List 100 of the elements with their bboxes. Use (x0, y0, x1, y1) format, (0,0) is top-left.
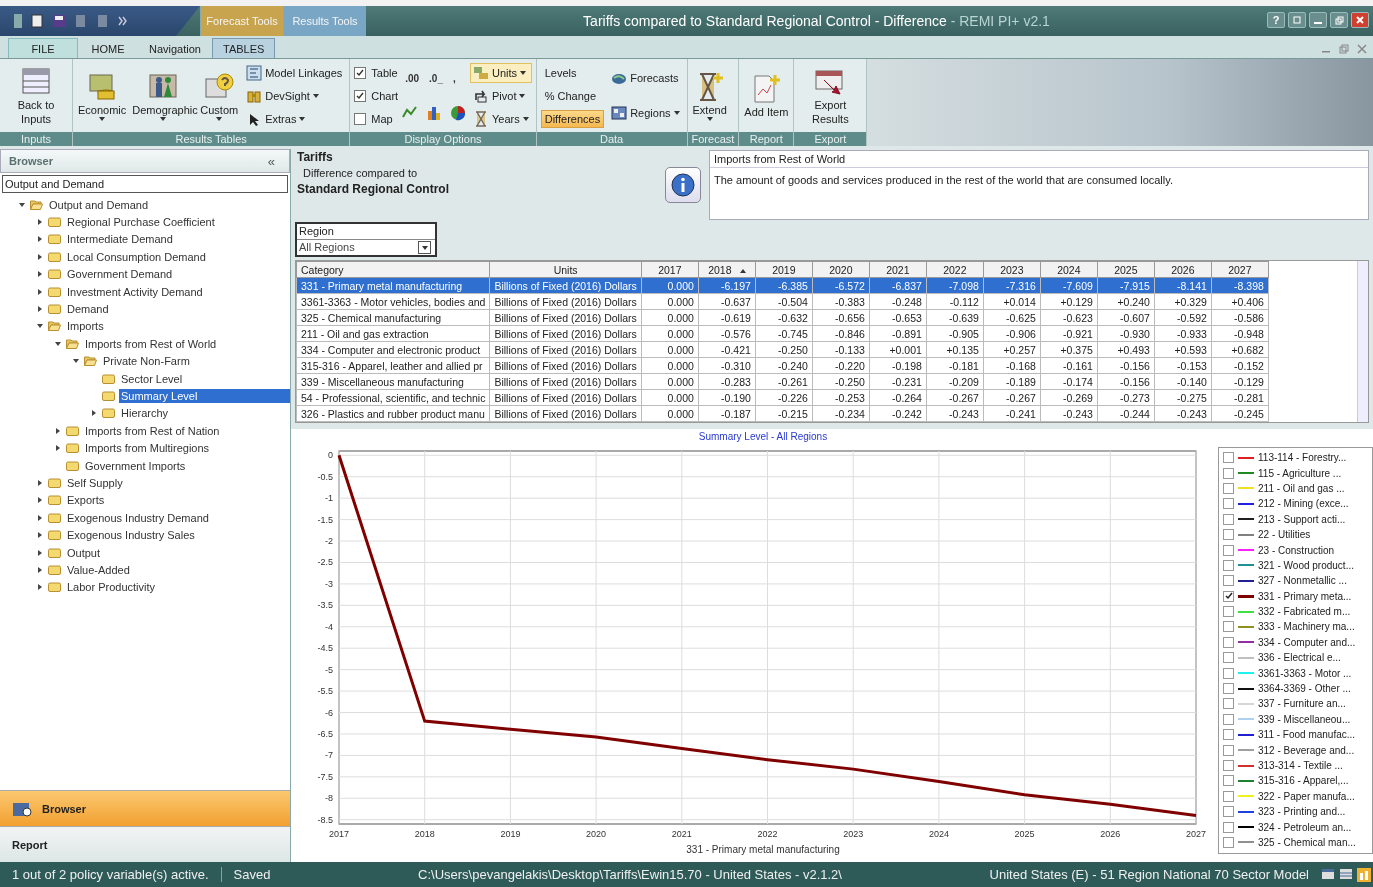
layout-icon[interactable] (1339, 867, 1353, 880)
legend-checkbox[interactable] (1223, 529, 1234, 541)
legend-checkbox[interactable] (1223, 621, 1234, 633)
chart-icon[interactable] (1357, 867, 1371, 882)
legend-checkbox[interactable] (1223, 482, 1234, 494)
ribbon-tab[interactable]: Navigation (138, 38, 212, 58)
expander-icon[interactable] (38, 306, 42, 313)
expander-icon[interactable] (56, 445, 60, 452)
legend-checkbox[interactable] (1223, 652, 1234, 664)
table-row[interactable]: 3361-3363 - Motor vehicles, bodies and Billions of Fixed (2016) Dollars 0.000 -0.637 -0.504 -0.383 -0.248 -0.112 +0.014 +0.129 +0.240 +0.329 +0.406 (296, 293, 1269, 310)
legend-checkbox[interactable] (1223, 667, 1234, 679)
category-field[interactable]: Output and Demand (2, 175, 288, 193)
legend-checkbox[interactable] (1223, 683, 1234, 695)
tree-item[interactable]: Hierarchy (119, 406, 171, 421)
tree-item[interactable]: Imports (65, 319, 106, 334)
table-row[interactable]: 331 - Primary metal manufacturing Billions of Fixed (2016) Dollars 0.000 -6.197 -6.385 -6.572 -6.837 -7.098 -7.316 -7.609 -7.915 -8.141 -8.398 (296, 277, 1269, 294)
tree-item[interactable]: Labor Productivity (65, 580, 158, 595)
ribbon-button[interactable]: Demographic (131, 68, 196, 123)
legend-checkbox[interactable] (1223, 590, 1234, 602)
checkbox-label[interactable]: Table (371, 66, 398, 79)
tree-item[interactable]: Value-Added (65, 562, 132, 577)
ribbon-button[interactable]: Model Linkages (243, 62, 346, 83)
legend-checkbox[interactable] (1223, 498, 1234, 510)
column-header[interactable]: 2021 (869, 261, 927, 278)
column-header[interactable]: 2019 (755, 261, 813, 278)
close-icon[interactable] (1357, 44, 1367, 54)
nav-button[interactable]: Report (0, 826, 290, 862)
save-icon[interactable] (52, 14, 66, 28)
column-header[interactable]: 2022 (926, 261, 984, 278)
info-button[interactable] (665, 167, 701, 203)
table-row[interactable]: 326 - Plastics and rubber product manu Billions of Fixed (2016) Dollars 0.000 -0.187 -0.215 -0.234 -0.242 -0.243 -0.241 -0.243 -0.244 -0.243 -0.245 (296, 405, 1269, 422)
column-header[interactable]: 2018 (698, 261, 756, 278)
column-header[interactable]: 2024 (1040, 261, 1098, 278)
expander-icon[interactable] (38, 236, 42, 243)
ribbon-tab[interactable]: FILE (8, 38, 78, 58)
expander-icon[interactable] (38, 288, 42, 295)
column-header[interactable]: Category (296, 261, 490, 278)
legend-checkbox[interactable] (1223, 467, 1234, 479)
help-button[interactable]: ? (1267, 12, 1285, 28)
ribbon-button[interactable]: Levels (540, 63, 605, 82)
ribbon-button[interactable]: DevSight (243, 85, 346, 106)
expander-icon[interactable] (38, 584, 42, 591)
legend-checkbox[interactable] (1223, 790, 1234, 802)
more-icon[interactable] (118, 16, 128, 26)
legend-checkbox[interactable] (1223, 760, 1234, 771)
tree-item[interactable]: Exports (65, 493, 107, 508)
tree-item[interactable]: Regional Purchase Coefficient (65, 215, 217, 230)
tree-item[interactable]: Imports from Rest of Nation (83, 423, 222, 438)
ribbon-button[interactable]: Differences (540, 109, 605, 128)
table-row[interactable]: 334 - Computer and electronic product Billions of Fixed (2016) Dollars 0.000 -0.421 -0.250 -0.133 +0.001 +0.135 +0.257 +0.375 +0.493 +0.593 +0.682 (296, 341, 1269, 358)
ribbon-button[interactable]: Years (470, 108, 532, 129)
column-header[interactable]: Units (489, 261, 642, 278)
format-button[interactable]: , (450, 69, 466, 88)
ribbon-button[interactable]: Regions (608, 102, 683, 123)
legend-checkbox[interactable] (1223, 698, 1234, 710)
legend-checkbox[interactable] (1223, 636, 1234, 648)
expander-icon[interactable] (38, 514, 42, 521)
tree-item[interactable]: Imports from Multiregions (83, 441, 212, 456)
ribbon-button[interactable]: Forecasts (608, 68, 683, 89)
layout-icon[interactable] (1321, 867, 1335, 880)
collapse-button[interactable]: « (261, 152, 281, 170)
legend-checkbox[interactable] (1223, 806, 1234, 818)
checkbox[interactable] (354, 66, 367, 79)
legend-checkbox[interactable] (1223, 452, 1234, 464)
column-header[interactable]: 2023 (983, 261, 1041, 278)
expander-icon[interactable] (73, 359, 79, 364)
expander-icon[interactable] (38, 479, 42, 486)
tree-item[interactable]: Intermediate Demand (65, 232, 175, 247)
expander-icon[interactable] (38, 271, 42, 278)
table-row[interactable]: 339 - Miscellaneous manufacturing Billions of Fixed (2016) Dollars 0.000 -0.283 -0.261 -0.250 -0.231 -0.209 -0.189 -0.174 -0.156 -0.140 -0.129 (296, 373, 1269, 390)
ribbon-button[interactable]: Units (470, 62, 532, 83)
legend-checkbox[interactable] (1223, 775, 1234, 787)
column-header[interactable]: 2025 (1097, 261, 1155, 278)
format-button[interactable]: .0_ (426, 69, 446, 88)
dropdown-icon[interactable] (418, 241, 431, 254)
tree-item[interactable]: Government Demand (65, 267, 175, 282)
expander-icon[interactable] (38, 497, 42, 504)
ribbon-button[interactable]: % Change (540, 86, 605, 105)
expander-icon[interactable] (56, 427, 60, 434)
legend-checkbox[interactable] (1223, 544, 1234, 556)
expander-icon[interactable] (38, 219, 42, 226)
table-row[interactable]: 315-316 - Apparel, leather and allied pr Billions of Fixed (2016) Dollars 0.000 -0.310 -0.240 -0.220 -0.198 -0.181 -0.168 -0.161 -0.156 -0.153 -0.152 (296, 357, 1269, 374)
expander-icon[interactable] (38, 549, 42, 556)
scrollbar[interactable] (1357, 261, 1368, 422)
expander-icon[interactable] (55, 341, 61, 346)
tree-item[interactable]: Sector Level (119, 371, 185, 386)
expander-icon[interactable] (92, 410, 96, 417)
minimize-button[interactable] (1309, 12, 1327, 28)
legend-checkbox[interactable] (1223, 513, 1234, 525)
column-header[interactable]: 2020 (812, 261, 870, 278)
column-header[interactable]: 2027 (1211, 261, 1269, 278)
ribbon-button[interactable]: Extend (691, 68, 728, 123)
tree-item[interactable]: Self Supply (65, 475, 125, 490)
tree-item[interactable]: Imports from Rest of World (83, 336, 219, 351)
expander-icon[interactable] (38, 532, 42, 539)
tree-item[interactable]: Summary Level (119, 389, 290, 403)
ribbon-button[interactable]: Pivot (470, 85, 532, 106)
ribbon-button[interactable]: Add Item (743, 70, 790, 121)
legend-checkbox[interactable] (1223, 575, 1234, 587)
tree-item[interactable]: Demand (65, 302, 111, 317)
